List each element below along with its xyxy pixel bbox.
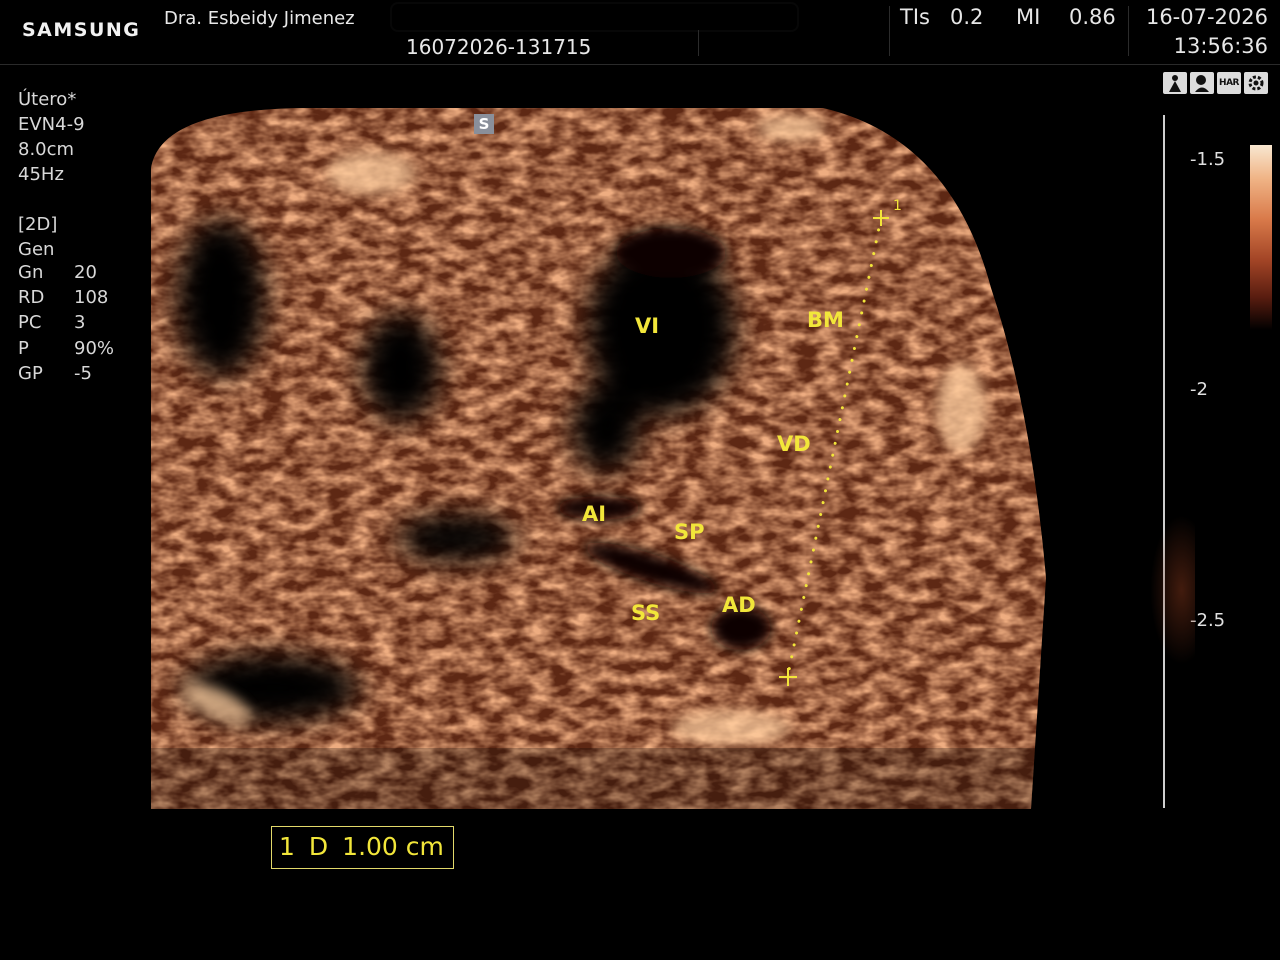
exam-time: 13:56:36 xyxy=(1173,34,1268,58)
har-icon[interactable]: HAR xyxy=(1217,72,1241,94)
param-name: Gn xyxy=(18,262,44,283)
patient-id: 16072026-131715 xyxy=(406,35,592,59)
header-divider xyxy=(1128,6,1129,56)
depth-tick: -2.5 xyxy=(1190,610,1226,631)
measurement-result[interactable]: 1 D 1.00 cm xyxy=(271,826,454,869)
header-bar: SAMSUNG Dra. Esbeidy Jimenez 16072026-13… xyxy=(0,0,1280,64)
tis-value: 0.2 xyxy=(950,5,984,29)
measurement-index: 1 xyxy=(279,832,295,861)
param-value: -5 xyxy=(74,362,92,384)
annotation-sp: SP xyxy=(674,520,705,544)
annotation-ad: AD xyxy=(722,593,756,617)
mode-name: [2D] xyxy=(18,214,58,235)
echo-texture xyxy=(151,108,1046,809)
imaging-params: Gn 20 RD 108 PC 3 P 90% GP -5 xyxy=(18,262,114,388)
param-name: PC xyxy=(18,312,42,334)
param-row: Gn 20 xyxy=(18,262,114,287)
param-row: GP -5 xyxy=(18,363,114,388)
gray-map-bar xyxy=(1250,145,1272,330)
depth-tick: -2 xyxy=(1190,379,1208,400)
fetal-icon[interactable] xyxy=(1163,72,1187,94)
brand-logo: SAMSUNG xyxy=(22,19,141,41)
param-name: GP xyxy=(18,362,43,384)
frame-rate: 45Hz xyxy=(18,164,64,185)
annotation-ss: SS xyxy=(631,601,661,625)
param-row: RD 108 xyxy=(18,287,114,312)
header-divider xyxy=(889,6,890,56)
depth-tick: -1.5 xyxy=(1190,149,1226,170)
param-value: 108 xyxy=(74,287,109,309)
orientation-marker: S xyxy=(474,114,494,134)
measurement-type: D xyxy=(308,832,329,861)
depth-value: 8.0cm xyxy=(18,139,75,160)
param-name: P xyxy=(18,337,29,359)
measurement-value: 1.00 cm xyxy=(342,832,444,861)
param-row: P 90% xyxy=(18,338,114,363)
doctor-name: Dra. Esbeidy Jimenez xyxy=(164,8,355,29)
header-divider-line xyxy=(0,64,1280,65)
mi-value: 0.86 xyxy=(1069,5,1116,29)
exam-preset: Útero* xyxy=(18,89,77,110)
annotation-ai: AI xyxy=(582,502,607,526)
depth-scale-line xyxy=(1163,115,1165,808)
tis-label: TIs xyxy=(900,5,930,29)
annotation-vi: VI xyxy=(635,314,660,338)
caliper-index: 1 xyxy=(893,198,902,214)
param-value: 20 xyxy=(74,262,97,283)
mode-setting: Gen xyxy=(18,239,55,260)
image-ghost xyxy=(1150,515,1195,665)
ultrasound-image[interactable] xyxy=(151,108,1051,809)
fetal-heart-icon[interactable] xyxy=(1190,72,1214,94)
header-divider xyxy=(698,30,699,56)
probe-name: EVN4-9 xyxy=(18,114,85,135)
ultrasound-screen: SAMSUNG Dra. Esbeidy Jimenez 16072026-13… xyxy=(0,0,1280,960)
param-name: RD xyxy=(18,287,45,309)
image-toolbar: HAR xyxy=(1163,72,1268,94)
exam-date: 16-07-2026 xyxy=(1145,5,1268,29)
param-value: 90% xyxy=(74,337,115,359)
settings-icon[interactable] xyxy=(1244,72,1268,94)
mi-label: MI xyxy=(1016,5,1041,29)
redaction-bar xyxy=(392,4,797,30)
param-value: 3 xyxy=(74,312,86,334)
param-row: PC 3 xyxy=(18,312,114,337)
annotation-bm: BM xyxy=(807,308,844,332)
annotation-vd: VD xyxy=(777,432,811,456)
